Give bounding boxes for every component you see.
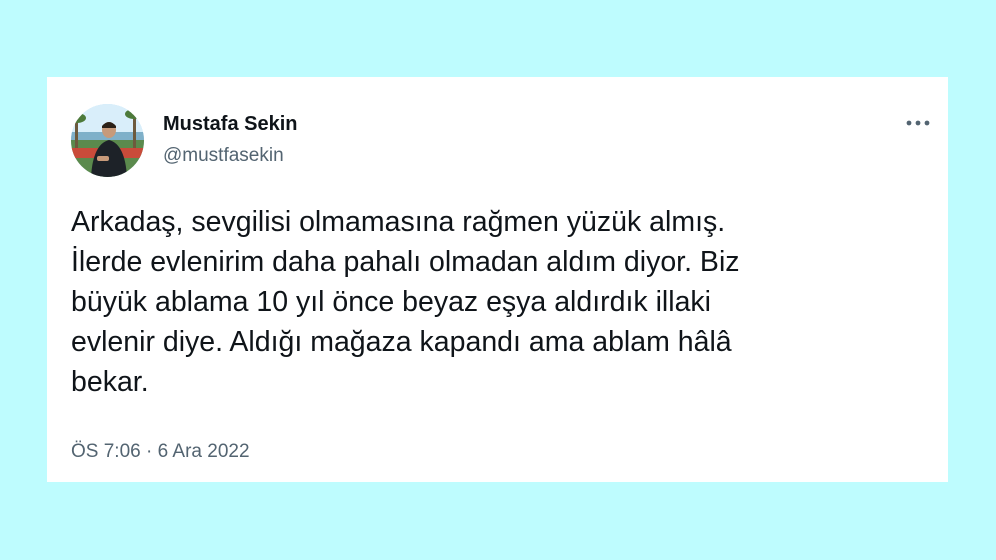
tweet-text: Arkadaş, sevgilisi olmamasına rağmen yüz…	[71, 202, 891, 402]
tweet-text-line: evlenir diye. Aldığı mağaza kapandı ama …	[71, 326, 732, 358]
author-handle[interactable]: @mustfasekin	[163, 145, 284, 167]
tweet-timestamp: ÖS 7:06 · 6 Ara 2022	[71, 441, 250, 463]
more-horizontal-icon[interactable]	[905, 113, 931, 133]
tweet-text-line: Arkadaş, sevgilisi olmamasına rağmen yüz…	[71, 206, 726, 238]
author-name[interactable]: Mustafa Sekin	[163, 113, 297, 136]
tweet-text-line: büyük ablama 10 yıl önce beyaz eşya aldı…	[71, 286, 712, 318]
tweet-text-line: bekar.	[71, 366, 149, 398]
tweet-date-link[interactable]: 6 Ara 2022	[158, 441, 250, 462]
tweet-time-link[interactable]: ÖS 7:06	[71, 441, 141, 462]
tweet-text-line: İlerde evlenirim daha pahalı olmadan ald…	[71, 246, 740, 278]
tweet-card: Mustafa Sekin @mustfasekin Arkadaş, sevg…	[47, 77, 948, 482]
avatar-photo	[71, 104, 144, 177]
avatar[interactable]	[71, 104, 144, 177]
meta-separator: ·	[146, 441, 153, 462]
